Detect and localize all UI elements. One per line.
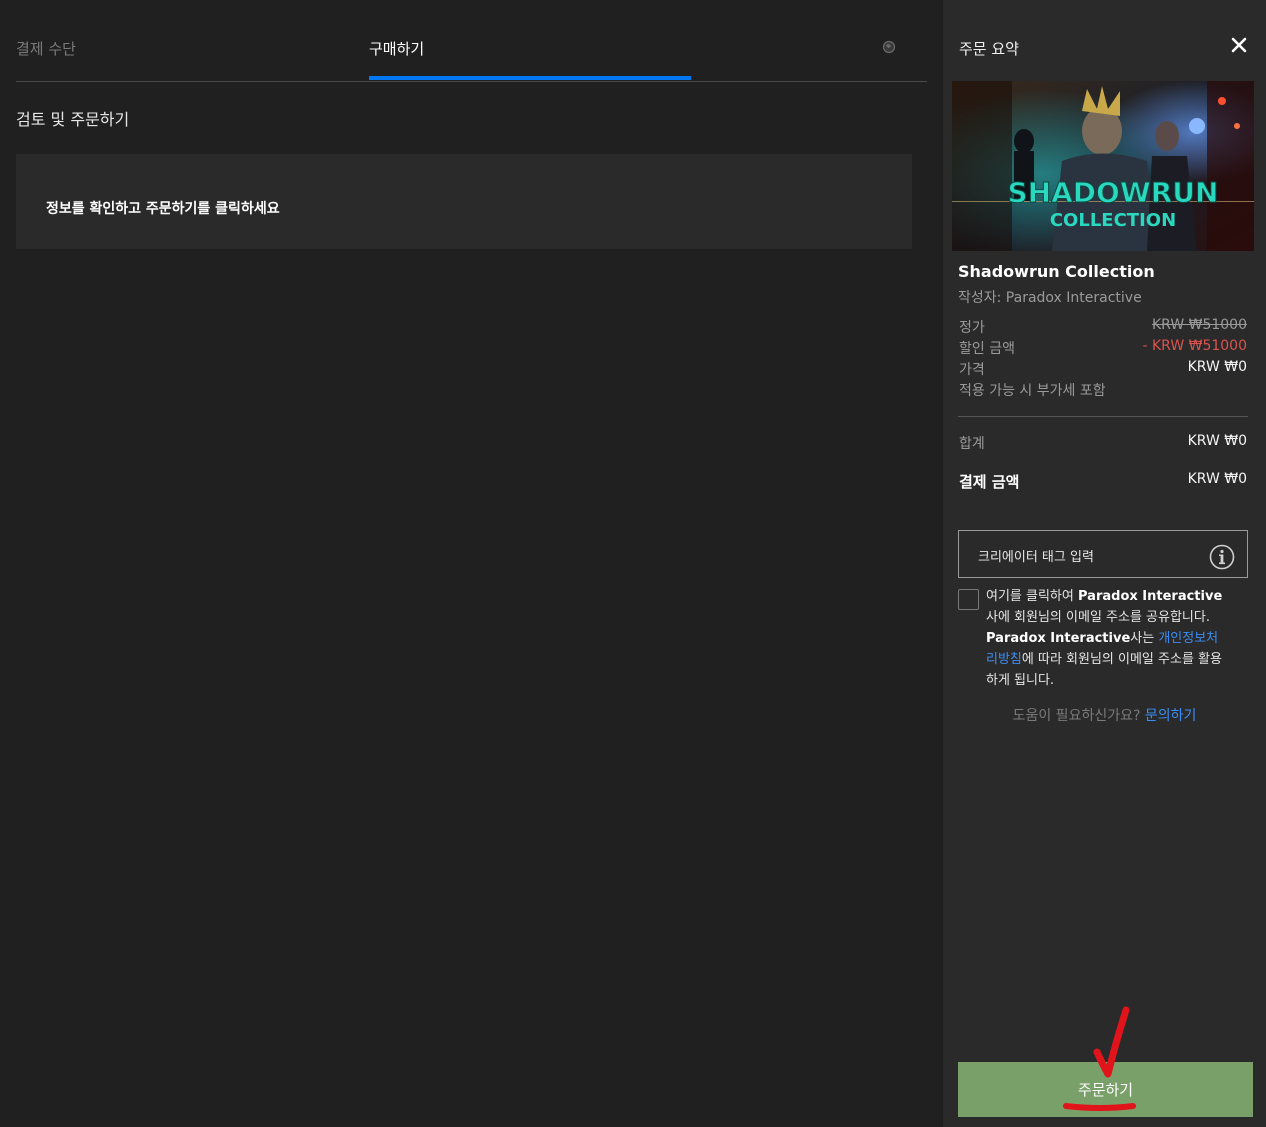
checkout-main: 결제 수단 구매하기 검토 및 주문하기 정보를 확인하고 주문하기를 클릭하세… [0,0,943,1127]
price-label: 가격 [959,362,985,378]
consent-part1: 여기를 클릭하여 [986,589,1078,604]
info-message: 정보를 확인하고 주문하기를 클릭하세요 [46,201,280,217]
place-order-label: 주문하기 [1077,1082,1134,1099]
total-label: 결제 금액 [959,473,1020,491]
review-section-title: 검토 및 주문하기 [16,110,130,129]
discount-label: 할인 금액 [959,341,1015,357]
vat-note-row: 적용 가능 시 부가세 포함 [959,380,1247,400]
place-order-button[interactable]: 주문하기 [958,1062,1253,1117]
consent-part3: 사는 [1130,631,1159,646]
checkout-page: 결제 수단 구매하기 검토 및 주문하기 정보를 확인하고 주문하기를 클릭하세… [0,0,1266,1127]
help-row: 도움이 필요하신가요? 문의하기 [943,705,1266,725]
total-value: KRW ₩0 [1187,471,1247,487]
order-summary-panel: 주문 요약 SHADOWRUN COLLECTION Shadowrun Col… [943,0,1266,1127]
subtotal-value: KRW ₩0 [1187,433,1247,449]
tab-payment-method[interactable]: 결제 수단 [16,38,76,59]
price-row: 가격 KRW ₩0 [959,359,1247,379]
price-value: KRW ₩0 [1187,359,1247,375]
active-tab-indicator [369,76,691,80]
globe-icon[interactable] [882,40,896,54]
discount-value: - KRW ₩51000 [1142,338,1247,354]
vat-note: 적용 가능 시 부가세 포함 [959,383,1106,399]
subtotal-label: 합계 [959,436,985,452]
checkout-tabs: 결제 수단 구매하기 [16,0,927,82]
publisher-text: 작성자: Paradox Interactive [958,290,1142,306]
list-price-label: 정가 [959,320,985,336]
order-summary-title: 주문 요약 [959,40,1019,58]
list-price-row: 정가 KRW ₩51000 [959,317,1247,337]
game-title: Shadowrun Collection [958,262,1155,281]
tab-purchase[interactable]: 구매하기 [369,38,424,59]
summary-divider [958,416,1248,417]
consent-part4: 에 따라 회원님의 이메일 주소를 활용하게 됩니다. [986,652,1222,688]
list-price-value: KRW ₩51000 [1151,317,1247,333]
subtotal-row: 합계 KRW ₩0 [959,433,1247,453]
total-row: 결제 금액 KRW ₩0 [959,471,1247,492]
consent-company1: Paradox Interactive [1078,589,1223,604]
game-cover-image: SHADOWRUN COLLECTION [952,81,1254,251]
close-icon[interactable] [1230,36,1248,54]
creator-tag-input[interactable]: 크리에이터 태그 입력 [958,530,1248,578]
discount-row: 할인 금액 - KRW ₩51000 [959,338,1247,358]
consent-company2: Paradox Interactive [986,631,1131,646]
consent-part2: 사에 회원님의 이메일 주소를 공유합니다. [986,610,1210,625]
email-share-checkbox[interactable] [958,589,979,610]
cover-logo-line1: SHADOWRUN [1008,176,1219,209]
creator-tag-placeholder: 크리에이터 태그 입력 [978,550,1094,565]
help-text: 도움이 필요하신가요? [1012,708,1145,724]
contact-link[interactable]: 문의하기 [1145,708,1197,724]
cover-logo-line2: COLLECTION [1050,210,1176,231]
info-box: 정보를 확인하고 주문하기를 클릭하세요 [16,154,912,249]
info-icon[interactable] [1209,544,1235,570]
email-share-consent: 여기를 클릭하여 Paradox Interactive 사에 회원님의 이메일 … [986,586,1226,691]
